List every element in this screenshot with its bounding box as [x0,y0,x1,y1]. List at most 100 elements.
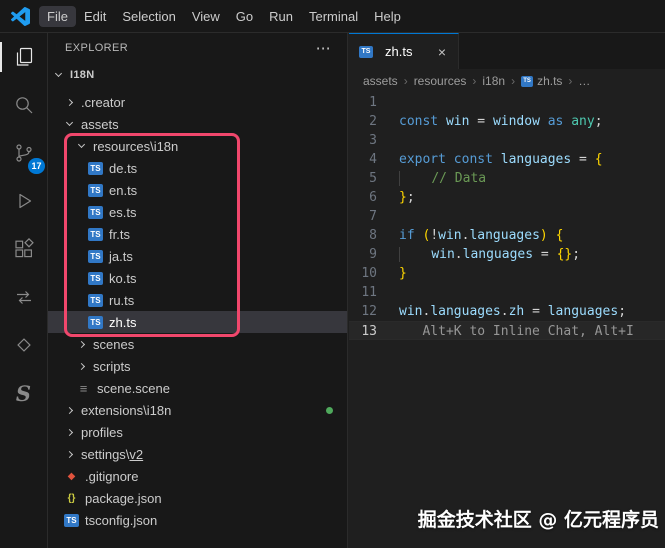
item-label: scene.scene [97,380,170,396]
breadcrumb-label: assets [363,74,398,88]
chevron-right-icon [65,450,74,458]
menu-go[interactable]: Go [228,6,261,27]
line-number: 6 [369,190,377,205]
item-label: en.ts [109,182,138,198]
menu-view[interactable]: View [184,6,228,27]
chevron-right-icon [65,98,74,106]
breadcrumb-label: … [578,74,591,88]
title-bar: File Edit Selection View Go Run Terminal Help [0,0,665,33]
breadcrumb-separator: › [472,74,477,88]
line-number: 13 [361,324,377,339]
file-en-ts[interactable]: TS en.ts [48,179,347,201]
code-line-13[interactable]: 13 Alt+K to Inline Chat, Alt+I [349,321,665,340]
activity-extension-diamond[interactable] [0,321,48,369]
code-line-9[interactable]: 9 win.languages = {}; [349,245,665,264]
chevron-down-icon [65,118,74,127]
file-scene-scene[interactable]: ≡ scene.scene [48,377,347,399]
code-line-6[interactable]: 6}; [349,188,665,207]
more-actions-icon[interactable]: ⋯ [316,39,331,57]
chevron-right-icon [77,362,86,370]
menu-selection[interactable]: Selection [114,6,183,27]
file-tsconfig-json[interactable]: TS tsconfig.json [48,509,347,531]
folder-scenes[interactable]: scenes [48,333,347,355]
item-label: .gitignore [85,468,139,484]
menu-terminal[interactable]: Terminal [301,6,366,27]
activity-search[interactable] [0,81,48,129]
breadcrumb-item-4[interactable]: … [578,74,590,88]
close-icon[interactable]: × [436,44,448,60]
menu-run[interactable]: Run [261,6,301,27]
line-number: 7 [369,209,377,224]
editor-group: TS zh.ts × assets › resources › i18n › TS zh.ts… [349,33,665,548]
chevron-right-icon [65,428,74,436]
activity-source-control[interactable]: 17 [0,129,48,177]
code-line-12[interactable]: 12 win.languages.zh = languages; [349,302,665,321]
menu-edit[interactable]: Edit [76,6,114,27]
menu-file[interactable]: File [39,5,76,27]
folder-assets[interactable]: assets [48,113,347,135]
file-ru-ts[interactable]: TS ru.ts [48,289,347,311]
activity-extensions[interactable] [0,225,48,273]
tab-zh-ts[interactable]: TS zh.ts × [349,33,459,69]
item-label: zh.ts [109,314,137,330]
code-line-4[interactable]: 4 export const languages = { [349,150,665,169]
line-number: 2 [369,114,377,129]
ts-file-icon: TS [88,183,103,197]
chevron-down-icon [77,140,86,149]
item-label: fr.ts [109,226,130,242]
file-fr-ts[interactable]: TS fr.ts [48,223,347,245]
item-label: profiles [81,424,123,440]
breadcrumb-item-3[interactable]: TS zh.ts [521,74,562,88]
code-line-1[interactable]: 1 [349,93,665,112]
file-zh-ts[interactable]: TS zh.ts [48,311,347,333]
folder-creator[interactable]: .creator [48,91,347,113]
activity-extension-s[interactable]: S [0,369,48,417]
file-package-json[interactable]: {} package.json [48,487,347,509]
menu-bar: File Edit Selection View Go Run Terminal Help [39,5,409,27]
activity-extension-swap[interactable] [0,273,48,321]
breadcrumb-separator: › [403,74,408,88]
folder-scripts[interactable]: scripts [48,355,347,377]
code-line-10[interactable]: 10} [349,264,665,283]
folder-settings-v2[interactable]: settings\ v2 [48,443,347,465]
item-label: ko.ts [109,270,137,286]
breadcrumb-item-2[interactable]: i18n [482,74,505,88]
breadcrumb-item-0[interactable]: assets [363,74,398,88]
item-label: assets [81,116,119,132]
section-i18n[interactable]: I18N [48,63,347,87]
breadcrumb-item-1[interactable]: resources [414,74,467,88]
ts-file-icon: TS [521,75,534,87]
diamond-icon [16,338,31,352]
modified-dot [326,406,333,414]
item-label: resources\i18n [93,138,179,154]
code-line-5[interactable]: 5 // Data [349,169,665,188]
folder-profiles[interactable]: profiles [48,421,347,443]
ts-file-icon: TS [88,205,103,219]
ts-file-icon: TS [88,315,103,329]
code-line-11[interactable]: 11 [349,283,665,302]
code-line-8[interactable]: 8 if (!win.languages) { [349,226,665,245]
code-line-2[interactable]: 2 const win = window as any; [349,112,665,131]
file-ja-ts[interactable]: TS ja.ts [48,245,347,267]
folder-extensions-i18n[interactable]: extensions\i18n [48,399,347,421]
file-es-ts[interactable]: TS es.ts [48,201,347,223]
activity-explorer[interactable] [0,33,48,81]
code-line-3[interactable]: 3 [349,131,665,150]
file-de-ts[interactable]: TS de.ts [48,157,347,179]
item-label: extensions\i18n [81,402,172,418]
code-line-7[interactable]: 7 [349,207,665,226]
item-label: scripts [93,358,131,374]
item-label: .creator [81,94,126,110]
run-debug-icon [18,193,31,209]
activity-run-debug[interactable] [0,177,48,225]
file-ko-ts[interactable]: TS ko.ts [48,267,347,289]
files-icon [16,47,32,66]
activity-bar: 17 S [0,33,48,548]
ts-file-icon: TS [88,293,103,307]
menu-help[interactable]: Help [366,6,409,27]
explorer-sidebar: EXPLORER ⋯ I18N .creator assets resources\… [48,33,348,548]
code-lines: 1 2 const win = window as any; 3 4 export con… [349,93,665,340]
folder-resources-i18n[interactable]: resources\i18n [48,135,347,157]
file-gitignore[interactable]: ◆ .gitignore [48,465,347,487]
ts-file-icon: TS [88,227,103,241]
